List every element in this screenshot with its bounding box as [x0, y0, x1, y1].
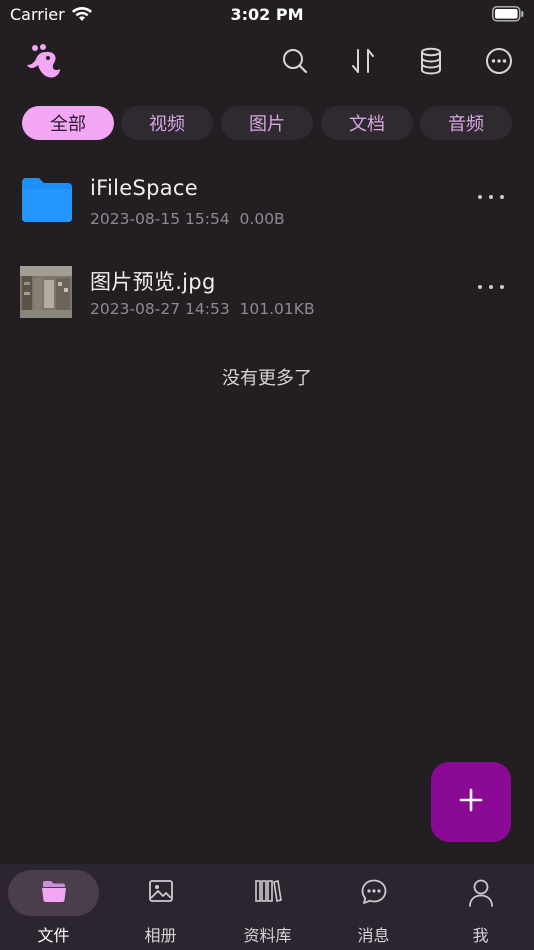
plus-icon	[459, 788, 483, 816]
row-more-icon[interactable]	[478, 282, 504, 292]
file-meta: 2023-08-27 14:53 101.01KB	[90, 300, 315, 318]
tab-label: 文件	[37, 926, 70, 945]
file-name: 图片预览.jpg	[90, 270, 216, 294]
tab-label: 我	[472, 926, 489, 945]
tab-bar: 文件 相册 资料库 消息 我	[0, 864, 534, 950]
tab-library[interactable]: 资料库	[214, 864, 321, 950]
tab-messages[interactable]: 消息	[320, 864, 427, 950]
folder-open-icon	[0, 878, 107, 904]
filter-chip-video[interactable]: 视频	[121, 106, 213, 140]
tab-label: 资料库	[243, 926, 292, 945]
file-meta: 2023-08-15 15:54 0.00B	[90, 210, 285, 228]
filter-chip-all[interactable]: 全部	[22, 106, 114, 140]
status-bar: Carrier 3:02 PM	[0, 0, 534, 30]
tab-label: 消息	[357, 926, 390, 945]
storage-icon[interactable]	[415, 45, 447, 77]
sort-icon[interactable]	[347, 45, 379, 77]
seahorse-logo-icon	[24, 43, 66, 85]
file-date: 2023-08-27 14:53	[90, 300, 230, 318]
add-button[interactable]	[431, 762, 511, 842]
file-date: 2023-08-15 15:54	[90, 210, 230, 228]
tab-album[interactable]: 相册	[107, 864, 214, 950]
user-icon	[427, 878, 534, 908]
filter-chip-label: 视频	[149, 114, 185, 135]
photo-icon	[107, 878, 214, 904]
more-icon[interactable]	[483, 45, 515, 77]
tab-files[interactable]: 文件	[0, 864, 107, 950]
list-end-text: 没有更多了	[222, 368, 312, 389]
filter-chip-image[interactable]: 图片	[221, 106, 313, 140]
list-item[interactable]: 图片预览.jpg 2023-08-27 14:53 101.01KB	[0, 266, 534, 346]
search-icon[interactable]	[279, 45, 311, 77]
file-name: iFileSpace	[90, 176, 198, 200]
tab-me[interactable]: 我	[427, 864, 534, 950]
clock: 3:02 PM	[230, 5, 304, 24]
tab-label: 相册	[144, 926, 177, 945]
filter-chips: 全部 视频 图片 文档 音频	[0, 106, 534, 140]
list-item[interactable]: iFileSpace 2023-08-15 15:54 0.00B	[0, 176, 534, 256]
screen: Carrier 3:02 PM 全部 视频 图片 文档 音频 iFileSpac…	[0, 0, 534, 950]
filter-chip-label: 全部	[50, 114, 86, 135]
file-size: 101.01KB	[239, 300, 315, 318]
filter-chip-label: 音频	[448, 114, 484, 135]
chat-icon	[320, 878, 427, 906]
row-more-icon[interactable]	[478, 192, 504, 202]
image-thumbnail	[20, 266, 74, 320]
file-size: 0.00B	[239, 210, 285, 228]
battery-icon	[492, 6, 524, 26]
filter-chip-audio[interactable]: 音频	[420, 106, 512, 140]
filter-chip-label: 文档	[349, 114, 385, 135]
library-icon	[214, 878, 321, 904]
folder-icon	[20, 176, 74, 230]
filter-chip-label: 图片	[249, 114, 285, 135]
filter-chip-document[interactable]: 文档	[321, 106, 413, 140]
